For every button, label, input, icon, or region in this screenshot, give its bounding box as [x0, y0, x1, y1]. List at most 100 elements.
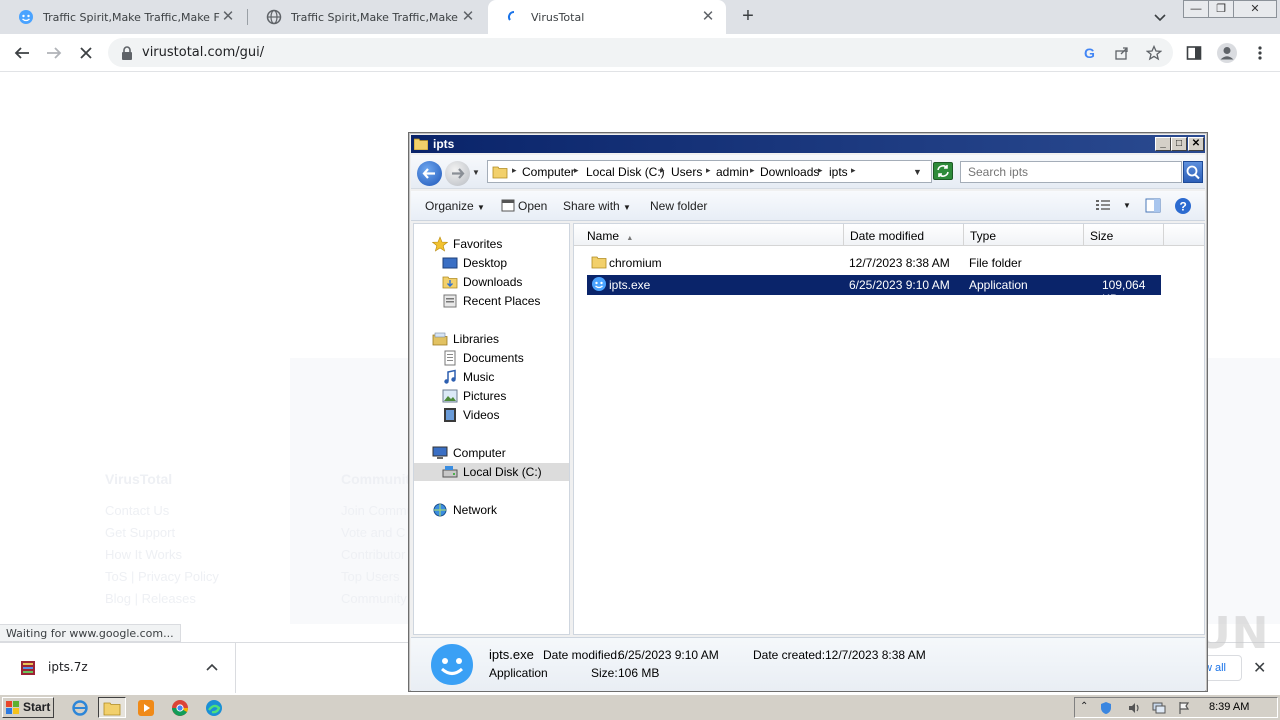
footer-link[interactable]: How It Works: [105, 547, 182, 562]
breadcrumb-item[interactable]: admin: [716, 165, 749, 179]
refresh-icon[interactable]: [933, 162, 953, 180]
tab-virustotal[interactable]: VirusTotal ✕: [488, 0, 726, 34]
close-icon[interactable]: ✕: [220, 9, 236, 25]
restore-button[interactable]: ❐: [1208, 0, 1234, 18]
breadcrumb-chevron-icon[interactable]: ▸: [750, 165, 755, 176]
nav-videos[interactable]: Videos: [414, 406, 569, 424]
back-arrow-icon[interactable]: [10, 41, 34, 65]
new-folder-button[interactable]: New folder: [650, 199, 707, 213]
organize-button[interactable]: Organize ▼: [425, 199, 485, 213]
address-history-chevron-icon[interactable]: ▼: [913, 167, 922, 177]
back-arrow-icon[interactable]: [417, 161, 442, 186]
open-button[interactable]: Open: [501, 199, 547, 215]
close-icon[interactable]: ✕: [1253, 658, 1266, 678]
nav-desktop[interactable]: Desktop: [414, 254, 569, 272]
file-row[interactable]: chromium 12/7/2023 8:38 AM File folder: [587, 253, 1161, 273]
breadcrumb-item[interactable]: Users: [671, 165, 702, 179]
details-modified-label: Date modified:: [543, 648, 621, 662]
breadcrumb-chevron-icon[interactable]: ▸: [818, 165, 823, 176]
clock[interactable]: 8:39 AM: [1209, 701, 1249, 713]
minimize-button[interactable]: _: [1155, 137, 1171, 151]
search-icon[interactable]: [1183, 161, 1203, 183]
download-item[interactable]: ipts.7z: [0, 643, 236, 693]
nav-computer[interactable]: Computer: [414, 444, 569, 462]
footer-link[interactable]: Get Support: [105, 525, 175, 540]
chevron-down-icon[interactable]: [1152, 9, 1168, 25]
close-icon[interactable]: ✕: [460, 9, 476, 25]
shield-icon[interactable]: [1099, 701, 1113, 715]
column-header-date[interactable]: Date modified: [844, 224, 964, 246]
volume-icon[interactable]: [1127, 701, 1141, 715]
new-tab-button[interactable]: +: [738, 6, 758, 28]
chevron-up-icon[interactable]: [205, 660, 219, 677]
footer-link[interactable]: Contact Us: [105, 503, 169, 518]
preview-pane-icon[interactable]: [1145, 198, 1161, 216]
view-chevron-icon[interactable]: ▼: [1123, 201, 1131, 210]
file-explorer-icon[interactable]: [98, 697, 126, 718]
column-header-size[interactable]: Size: [1084, 224, 1164, 246]
google-icon[interactable]: G: [1082, 45, 1098, 61]
column-header-type[interactable]: Type: [964, 224, 1084, 246]
recent-pages-chevron-icon[interactable]: ▼: [472, 168, 480, 177]
maximize-button[interactable]: □: [1171, 137, 1187, 151]
nav-downloads[interactable]: Downloads: [414, 273, 569, 291]
star-icon[interactable]: [1145, 44, 1163, 61]
search-input[interactable]: [961, 162, 1181, 182]
edge-icon[interactable]: [200, 697, 228, 718]
close-window-button[interactable]: ✕: [1233, 0, 1277, 18]
address-bar[interactable]: virustotal.com/gui/ G: [108, 38, 1173, 67]
nav-documents[interactable]: Documents: [414, 349, 569, 367]
nav-network[interactable]: Network: [414, 501, 569, 519]
nav-recent-places[interactable]: Recent Places: [414, 292, 569, 310]
breadcrumb[interactable]: ▸ Computer ▸ Local Disk (C:) ▸ Users ▸ a…: [487, 160, 932, 183]
forward-arrow-icon[interactable]: [42, 41, 66, 65]
nav-local-disk[interactable]: Local Disk (C:): [414, 463, 569, 481]
breadcrumb-item[interactable]: Local Disk (C:): [586, 165, 665, 179]
kebab-menu-icon[interactable]: [1252, 45, 1268, 61]
start-button[interactable]: Start: [2, 697, 54, 718]
breadcrumb-chevron-icon[interactable]: ▸: [851, 165, 856, 176]
breadcrumb-item[interactable]: ipts: [829, 165, 848, 179]
breadcrumb-item[interactable]: Computer: [522, 165, 575, 179]
footer-link[interactable]: ToS | Privacy Policy: [105, 569, 219, 584]
network-tray-icon[interactable]: [1152, 701, 1166, 715]
breadcrumb-item[interactable]: Downloads: [760, 165, 819, 179]
side-panel-icon[interactable]: [1186, 45, 1202, 61]
explorer-titlebar[interactable]: ipts _ □ ✕: [411, 135, 1205, 153]
footer-link[interactable]: Vote and C: [341, 525, 405, 540]
nav-libraries[interactable]: Libraries: [414, 330, 569, 348]
footer-link[interactable]: Contributor: [341, 547, 405, 562]
nav-pictures[interactable]: Pictures: [414, 387, 569, 405]
help-icon[interactable]: ?: [1174, 197, 1192, 218]
tab-traffic-spirit-1[interactable]: Traffic Spirit,Make Traffic,Make Free ✕: [0, 0, 246, 34]
close-window-button[interactable]: ✕: [1188, 137, 1204, 151]
chevron-up-icon[interactable]: ⌃: [1080, 701, 1094, 715]
view-options-icon[interactable]: [1095, 198, 1111, 215]
chrome-icon[interactable]: [166, 697, 194, 718]
nav-music[interactable]: Music: [414, 368, 569, 386]
tab-traffic-spirit-2[interactable]: Traffic Spirit,Make Traffic,Make Free ✕: [248, 0, 486, 34]
breadcrumb-chevron-icon[interactable]: ▸: [660, 165, 665, 176]
search-box[interactable]: [960, 161, 1182, 183]
forward-arrow-icon[interactable]: [445, 161, 470, 186]
minimize-button[interactable]: —: [1183, 0, 1209, 18]
nav-favorites[interactable]: Favorites: [414, 235, 569, 253]
footer-link[interactable]: Top Users: [341, 569, 400, 584]
footer-link[interactable]: Community: [341, 591, 407, 606]
file-row-selected[interactable]: ipts.exe 6/25/2023 9:10 AM Application 1…: [587, 275, 1161, 306]
share-with-button[interactable]: Share with ▼: [563, 199, 631, 213]
media-player-icon[interactable]: [132, 697, 160, 718]
footer-link[interactable]: Blog | Releases: [105, 591, 196, 606]
stop-loading-icon[interactable]: [74, 41, 98, 65]
svg-text:?: ?: [1180, 200, 1187, 214]
share-icon[interactable]: [1114, 45, 1130, 61]
close-icon[interactable]: ✕: [700, 9, 716, 25]
profile-avatar-icon[interactable]: [1216, 42, 1238, 64]
column-header-name[interactable]: Name ▲: [574, 224, 844, 246]
breadcrumb-chevron-icon[interactable]: ▸: [512, 165, 517, 176]
footer-link[interactable]: Join Commu: [341, 503, 414, 518]
breadcrumb-chevron-icon[interactable]: ▸: [706, 165, 711, 176]
breadcrumb-chevron-icon[interactable]: ▸: [574, 165, 579, 176]
action-center-flag-icon[interactable]: [1177, 701, 1191, 715]
internet-explorer-icon[interactable]: [66, 697, 94, 718]
